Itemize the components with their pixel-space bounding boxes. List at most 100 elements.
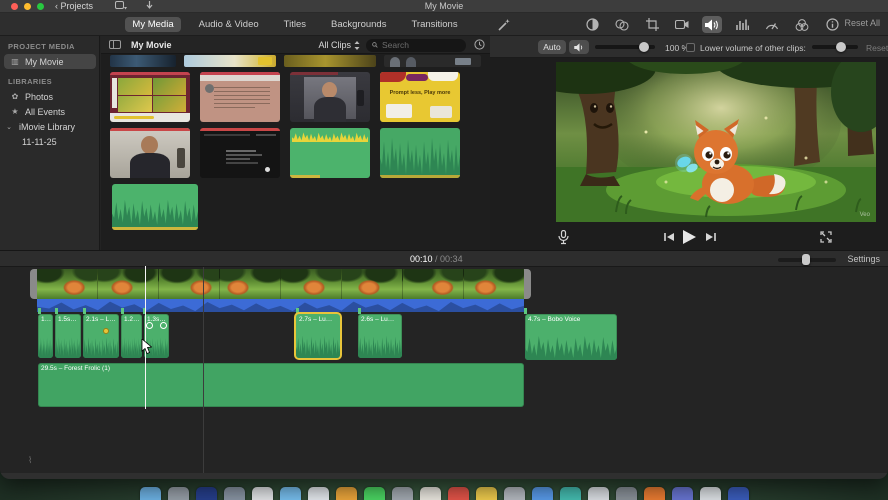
enhance-wand-icon[interactable] xyxy=(498,18,511,31)
media-thumb-yellow-design[interactable]: Prompt less, Play more xyxy=(380,72,460,122)
volume-icon[interactable] xyxy=(702,16,722,33)
media-thumb-terminal[interactable] xyxy=(200,128,280,178)
volume-slider[interactable] xyxy=(595,42,655,52)
sort-clock-icon[interactable] xyxy=(474,39,485,50)
keyframe-circle[interactable] xyxy=(146,322,153,329)
volume-keyframe-marker[interactable] xyxy=(103,328,109,334)
auto-volume-button[interactable]: Auto xyxy=(538,40,566,54)
video-clip-filmstrip[interactable] xyxy=(37,269,524,299)
adjustments-toolbar xyxy=(582,13,842,36)
viewer-video[interactable]: Veo xyxy=(556,62,876,222)
color-correction-icon[interactable] xyxy=(612,16,632,33)
audio-clip-3[interactable]: 2.1s – L… xyxy=(83,314,119,358)
audio-clip-1[interactable]: 1… xyxy=(38,314,53,358)
lower-volume-slider[interactable] xyxy=(812,42,858,52)
clip-info-icon[interactable] xyxy=(822,16,842,33)
play-button[interactable] xyxy=(682,230,696,244)
speed-icon[interactable] xyxy=(762,16,782,33)
dock-app-icon[interactable] xyxy=(335,487,357,500)
dock-app-icon[interactable] xyxy=(279,487,301,500)
tab-audio-video[interactable]: Audio & Video xyxy=(192,17,266,32)
crop-icon[interactable] xyxy=(642,16,662,33)
search-field[interactable] xyxy=(366,38,466,52)
media-thumb-strip-3[interactable] xyxy=(284,55,376,67)
clip-trim-handle-left[interactable] xyxy=(30,269,37,299)
dock-app-icon[interactable] xyxy=(559,487,581,500)
dock-app-icon[interactable] xyxy=(195,487,217,500)
tab-titles[interactable]: Titles xyxy=(277,17,313,32)
media-thumb-strip-2[interactable] xyxy=(184,55,276,67)
dock-app-icon[interactable] xyxy=(391,487,413,500)
media-thumb-audio-3[interactable] xyxy=(112,184,198,230)
sidebar-item-event-date[interactable]: 11-11-25 xyxy=(4,134,96,149)
timeline-guide-line xyxy=(203,267,204,477)
playhead[interactable] xyxy=(145,266,146,409)
audio-clip-4[interactable]: 1.2… xyxy=(121,314,142,358)
sidebar: PROJECT MEDIA ▥ My Movie LIBRARIES ✿ Pho… xyxy=(0,36,100,250)
stabilization-icon[interactable] xyxy=(672,16,692,33)
attached-music-bar[interactable] xyxy=(37,299,524,312)
media-thumb-webcam-1[interactable] xyxy=(290,72,370,122)
audio-clip-7[interactable]: 2.6s – Lu… xyxy=(358,314,402,358)
voiceover-clip[interactable]: 4.7s – Bobo Voice xyxy=(525,314,617,360)
dock-app-icon[interactable] xyxy=(447,487,469,500)
timeline-settings-button[interactable]: Settings xyxy=(847,254,880,264)
tab-transitions[interactable]: Transitions xyxy=(404,17,464,32)
clip-trim-handle-right[interactable] xyxy=(524,269,531,299)
dock-app-icon[interactable] xyxy=(531,487,553,500)
sidebar-item-all-events[interactable]: ★ All Events xyxy=(4,104,96,119)
lower-volume-checkbox[interactable] xyxy=(686,43,695,52)
dock-app-icon[interactable] xyxy=(587,487,609,500)
tab-my-media[interactable]: My Media xyxy=(125,17,181,32)
timeline-zoom-thumb[interactable] xyxy=(802,254,810,265)
media-thumb-audio-yellow-wave[interactable] xyxy=(290,128,370,178)
record-voiceover-icon[interactable] xyxy=(558,229,569,245)
color-balance-icon[interactable] xyxy=(582,16,602,33)
dock-app-icon[interactable] xyxy=(615,487,637,500)
dock-app-icon[interactable] xyxy=(699,487,721,500)
lower-volume-slider-thumb[interactable] xyxy=(836,42,846,52)
dock-app-icon[interactable] xyxy=(223,487,245,500)
sidebar-item-photos[interactable]: ✿ Photos xyxy=(4,89,96,104)
audio-clip-2[interactable]: 1.5s… xyxy=(55,314,81,358)
dock-app-icon[interactable] xyxy=(307,487,329,500)
dock-app-icon[interactable] xyxy=(475,487,497,500)
media-thumb-strip-1[interactable] xyxy=(110,55,176,67)
audio-clip-selected[interactable]: 2.7s – Lu… xyxy=(296,314,340,358)
sidebar-toggle-icon[interactable] xyxy=(109,40,121,49)
keyframe-circle[interactable] xyxy=(160,322,167,329)
reset-all-button[interactable]: Reset All xyxy=(844,18,880,28)
tab-backgrounds[interactable]: Backgrounds xyxy=(324,17,393,32)
dock[interactable] xyxy=(0,484,888,500)
clip-filter-dropdown[interactable]: All Clips xyxy=(318,40,360,50)
dock-app-icon[interactable] xyxy=(727,487,749,500)
dock-app-icon[interactable] xyxy=(643,487,665,500)
clip-filter-icon[interactable] xyxy=(792,16,812,33)
media-thumb-audio-tall-wave[interactable] xyxy=(380,128,460,178)
browser-title: My Movie xyxy=(131,40,172,50)
mute-button[interactable] xyxy=(569,40,589,54)
sidebar-item-imovie-library[interactable]: ⌄ iMovie Library xyxy=(4,119,96,134)
next-frame-button[interactable] xyxy=(706,232,716,242)
media-thumb-fox-grid[interactable] xyxy=(110,72,190,122)
dock-app-icon[interactable] xyxy=(419,487,441,500)
search-input[interactable] xyxy=(382,40,460,50)
dock-app-icon[interactable] xyxy=(671,487,693,500)
volume-slider-thumb[interactable] xyxy=(639,42,649,52)
dock-app-icon[interactable] xyxy=(251,487,273,500)
reset-volume-button[interactable]: Reset xyxy=(866,43,888,53)
fullscreen-icon[interactable] xyxy=(820,231,832,243)
media-thumb-document[interactable] xyxy=(200,72,280,122)
dock-app-icon[interactable] xyxy=(139,487,161,500)
timeline-zoom-slider[interactable] xyxy=(778,254,836,265)
dock-app-icon[interactable] xyxy=(503,487,525,500)
media-thumb-webcam-2[interactable] xyxy=(110,128,190,178)
preview-pane: Veo xyxy=(490,58,888,250)
background-music-clip[interactable]: 29.5s – Forest Frolic (1) xyxy=(38,363,524,407)
noise-equalizer-icon[interactable] xyxy=(732,16,752,33)
dock-app-icon[interactable] xyxy=(167,487,189,500)
dock-app-icon[interactable] xyxy=(363,487,385,500)
sidebar-item-my-movie[interactable]: ▥ My Movie xyxy=(4,54,96,69)
media-thumb-strip-4[interactable] xyxy=(384,55,481,67)
previous-frame-button[interactable] xyxy=(664,232,674,242)
